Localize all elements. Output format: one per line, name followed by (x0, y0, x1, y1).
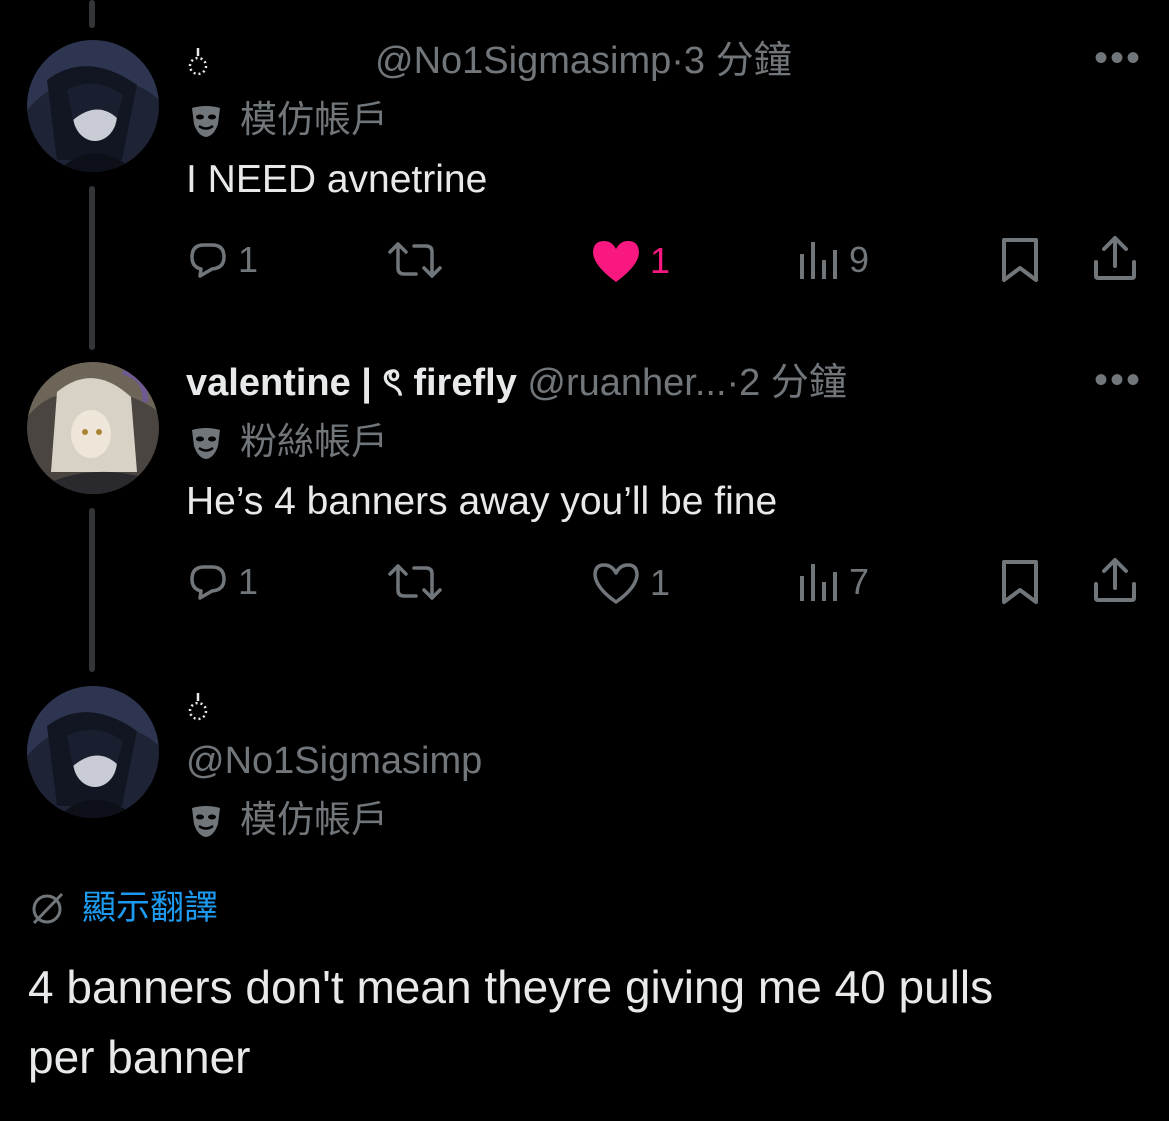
heart-outline-icon (593, 563, 639, 604)
user-handle[interactable]: @No1Sigmasimp (186, 738, 482, 784)
views-button[interactable]: 9 (797, 238, 869, 282)
share-button[interactable] (1092, 234, 1138, 282)
mask-icon (192, 806, 220, 837)
tweet-text: He’s 4 banners away you’ll be fine (186, 480, 778, 523)
bookmark-button[interactable] (998, 558, 1042, 606)
translate-icon (32, 892, 64, 925)
account-label-text: 模仿帳戶 (240, 99, 388, 140)
like-button[interactable]: 1 (590, 560, 670, 606)
mask-icon (192, 428, 220, 459)
translate-link[interactable]: 顯示翻譯 (28, 886, 218, 930)
thread-line (89, 186, 95, 350)
share-icon (1094, 236, 1136, 280)
tweet-text: I NEED avnetrine (186, 158, 488, 201)
account-label: 粉絲帳戶 (186, 420, 388, 464)
reply-icon (190, 565, 226, 600)
account-label-text: 粉絲帳戶 (240, 421, 388, 462)
avatar[interactable] (27, 362, 159, 494)
reply-button[interactable]: 1 (186, 560, 258, 604)
share-icon (1094, 558, 1136, 602)
avatar[interactable] (27, 686, 159, 818)
user-badge-icon (188, 693, 208, 721)
reply-count: 1 (238, 239, 259, 280)
views-icon (800, 242, 837, 279)
tweet-text-line: per banner (28, 1031, 251, 1083)
user-handle[interactable]: @No1Sigmasimp (375, 40, 671, 82)
tweet-header: valentine | ৎ firefly @ruanher...·2 分鐘 (186, 360, 847, 406)
views-button[interactable]: 7 (797, 560, 869, 604)
tweet-text: 4 banners don't mean theyre giving me 40… (28, 952, 993, 1092)
share-button[interactable] (1092, 556, 1138, 604)
user-badge-icon (188, 48, 208, 76)
retweet-icon (388, 242, 442, 278)
bookmark-icon (1002, 238, 1038, 282)
account-label-text: 模仿帳戶 (240, 799, 388, 840)
avatar[interactable] (27, 40, 159, 172)
heart-filled-icon (593, 241, 639, 282)
timestamp[interactable]: ·2 分鐘 (727, 362, 847, 404)
tweet-header: @No1Sigmasimp·3 分鐘 (375, 38, 792, 84)
account-label: 模仿帳戶 (186, 98, 388, 142)
reply-count: 1 (238, 561, 259, 602)
retweet-button[interactable] (386, 560, 444, 604)
thread-line (89, 508, 95, 672)
retweet-button[interactable] (386, 238, 444, 282)
view-count: 7 (849, 561, 870, 602)
bookmark-button[interactable] (998, 236, 1042, 284)
thread-line (89, 0, 95, 28)
retweet-icon (388, 564, 442, 600)
like-count: 1 (650, 562, 671, 603)
reply-icon (190, 243, 226, 278)
bookmark-icon (1002, 560, 1038, 604)
timestamp[interactable]: ·3 分鐘 (671, 40, 791, 82)
reply-button[interactable]: 1 (186, 238, 258, 282)
account-label: 模仿帳戶 (186, 798, 388, 842)
tweet-text-line: 4 banners don't mean theyre giving me 40… (28, 961, 994, 1013)
translate-label[interactable]: 顯示翻譯 (82, 886, 218, 930)
display-name[interactable]: valentine | ৎ firefly (186, 362, 517, 404)
views-icon (800, 564, 837, 601)
mask-icon (192, 106, 220, 137)
view-count: 9 (849, 239, 870, 280)
like-count: 1 (650, 240, 671, 281)
more-options-icon[interactable]: ••• (1094, 36, 1142, 81)
more-options-icon[interactable]: ••• (1094, 358, 1142, 403)
like-button[interactable]: 1 (590, 238, 670, 284)
user-handle[interactable]: @ruanher... (527, 362, 726, 404)
